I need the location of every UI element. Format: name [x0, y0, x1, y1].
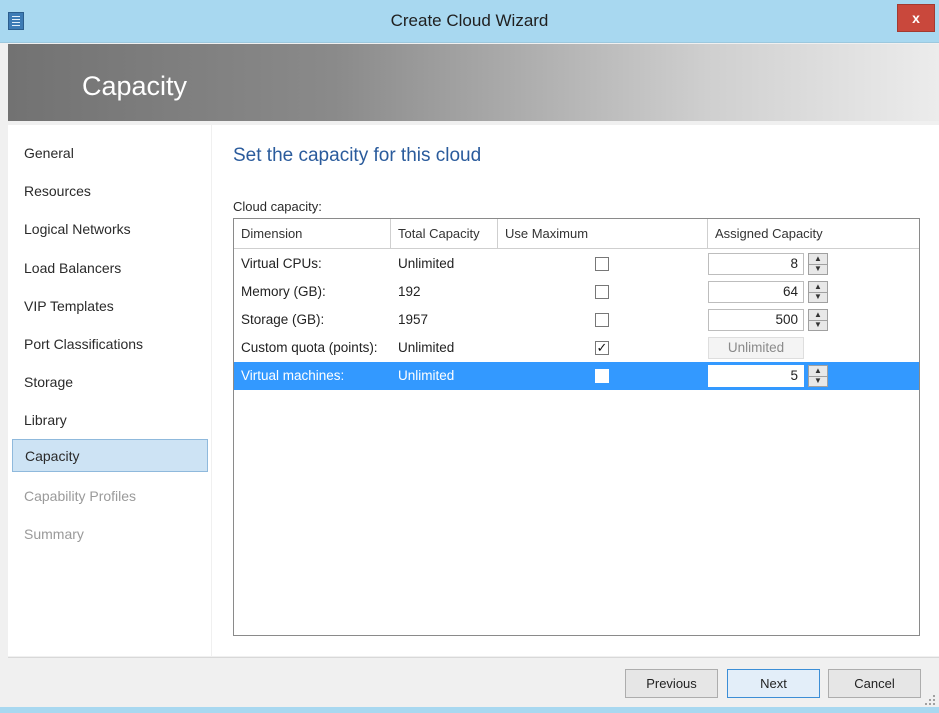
nav-item-port-classifications[interactable]: Port Classifications: [12, 328, 208, 361]
nav-item-load-balancers[interactable]: Load Balancers: [12, 252, 208, 285]
checkmark-icon: ✓: [596, 340, 608, 355]
grid-label: Cloud capacity:: [233, 199, 322, 214]
next-button[interactable]: Next: [727, 669, 820, 698]
assigned-capacity-stepper[interactable]: ▲ ▼: [808, 365, 828, 387]
nav-item-vip-templates[interactable]: VIP Templates: [12, 290, 208, 323]
assigned-capacity-input[interactable]: 8: [708, 253, 804, 275]
spin-down-icon[interactable]: ▼: [809, 320, 827, 330]
table-row[interactable]: Memory (GB): 192 64 ▲ ▼: [234, 278, 919, 306]
cell-dimension: Custom quota (points):: [241, 340, 378, 355]
cell-dimension: Virtual CPUs:: [241, 256, 322, 271]
cell-total-capacity: Unlimited: [398, 368, 455, 383]
cell-total-capacity: 192: [398, 284, 421, 299]
column-header-total-capacity[interactable]: Total Capacity: [391, 219, 498, 249]
nav-item-resources[interactable]: Resources: [12, 175, 208, 208]
wizard-nav: General Resources Logical Networks Load …: [8, 125, 211, 656]
wizard-window: Create Cloud Wizard x Capacity General R…: [0, 0, 939, 713]
assigned-capacity-stepper[interactable]: ▲ ▼: [808, 253, 828, 275]
nav-item-capacity[interactable]: Capacity: [12, 439, 208, 472]
assigned-capacity-input[interactable]: 64: [708, 281, 804, 303]
nav-item-library[interactable]: Library: [12, 404, 208, 437]
section-heading: Set the capacity for this cloud: [233, 145, 482, 166]
assigned-capacity-input[interactable]: 500: [708, 309, 804, 331]
resize-grip-icon[interactable]: [925, 695, 935, 705]
table-row[interactable]: Virtual CPUs: Unlimited 8 ▲ ▼: [234, 250, 919, 278]
nav-item-summary: Summary: [24, 526, 84, 542]
page-header: Capacity: [8, 44, 939, 121]
use-maximum-checkbox[interactable]: [595, 285, 609, 299]
cell-dimension: Memory (GB):: [241, 284, 326, 299]
cell-dimension: Storage (GB):: [241, 312, 325, 327]
cancel-button[interactable]: Cancel: [828, 669, 921, 698]
cell-total-capacity: 1957: [398, 312, 429, 327]
cell-total-capacity: Unlimited: [398, 256, 455, 271]
title-bar: Create Cloud Wizard x: [0, 0, 939, 43]
column-header-assigned-capacity[interactable]: Assigned Capacity: [708, 219, 919, 249]
nav-item-general[interactable]: General: [12, 137, 208, 170]
nav-item-capability-profiles: Capability Profiles: [24, 488, 137, 504]
table-row-selected[interactable]: Virtual machines: Unlimited 5 ▲ ▼: [234, 362, 919, 390]
table-row[interactable]: Storage (GB): 1957 500 ▲ ▼: [234, 306, 919, 334]
window-bottom-border: [0, 707, 939, 713]
previous-button[interactable]: Previous: [625, 669, 718, 698]
wizard-footer: Previous Next Cancel: [8, 657, 939, 707]
spin-down-icon[interactable]: ▼: [809, 376, 827, 386]
use-maximum-checkbox[interactable]: [595, 369, 609, 383]
spin-down-icon[interactable]: ▼: [809, 264, 827, 274]
close-button[interactable]: x: [897, 4, 935, 32]
assigned-capacity-input[interactable]: 5: [708, 365, 804, 387]
capacity-grid: Dimension Total Capacity Use Maximum Ass…: [233, 218, 920, 636]
cell-total-capacity: Unlimited: [398, 340, 455, 355]
use-maximum-checkbox[interactable]: [595, 257, 609, 271]
cell-dimension: Virtual machines:: [241, 368, 345, 383]
window-title: Create Cloud Wizard: [390, 11, 549, 30]
assigned-capacity-stepper[interactable]: ▲ ▼: [808, 309, 828, 331]
column-header-dimension[interactable]: Dimension: [234, 219, 391, 249]
nav-item-storage[interactable]: Storage: [12, 366, 208, 399]
column-header-use-maximum[interactable]: Use Maximum: [498, 219, 708, 249]
spin-down-icon[interactable]: ▼: [809, 292, 827, 302]
nav-item-logical-networks[interactable]: Logical Networks: [12, 213, 208, 246]
page-title: Capacity: [82, 71, 188, 101]
use-maximum-checkbox-checked[interactable]: ✓: [595, 341, 609, 355]
assigned-capacity-input: Unlimited: [708, 337, 804, 359]
use-maximum-checkbox[interactable]: [595, 313, 609, 327]
main-panel: Set the capacity for this cloud Cloud ca…: [212, 125, 939, 656]
table-row[interactable]: Custom quota (points): Unlimited ✓ Unlim…: [234, 334, 919, 362]
assigned-capacity-stepper[interactable]: ▲ ▼: [808, 281, 828, 303]
